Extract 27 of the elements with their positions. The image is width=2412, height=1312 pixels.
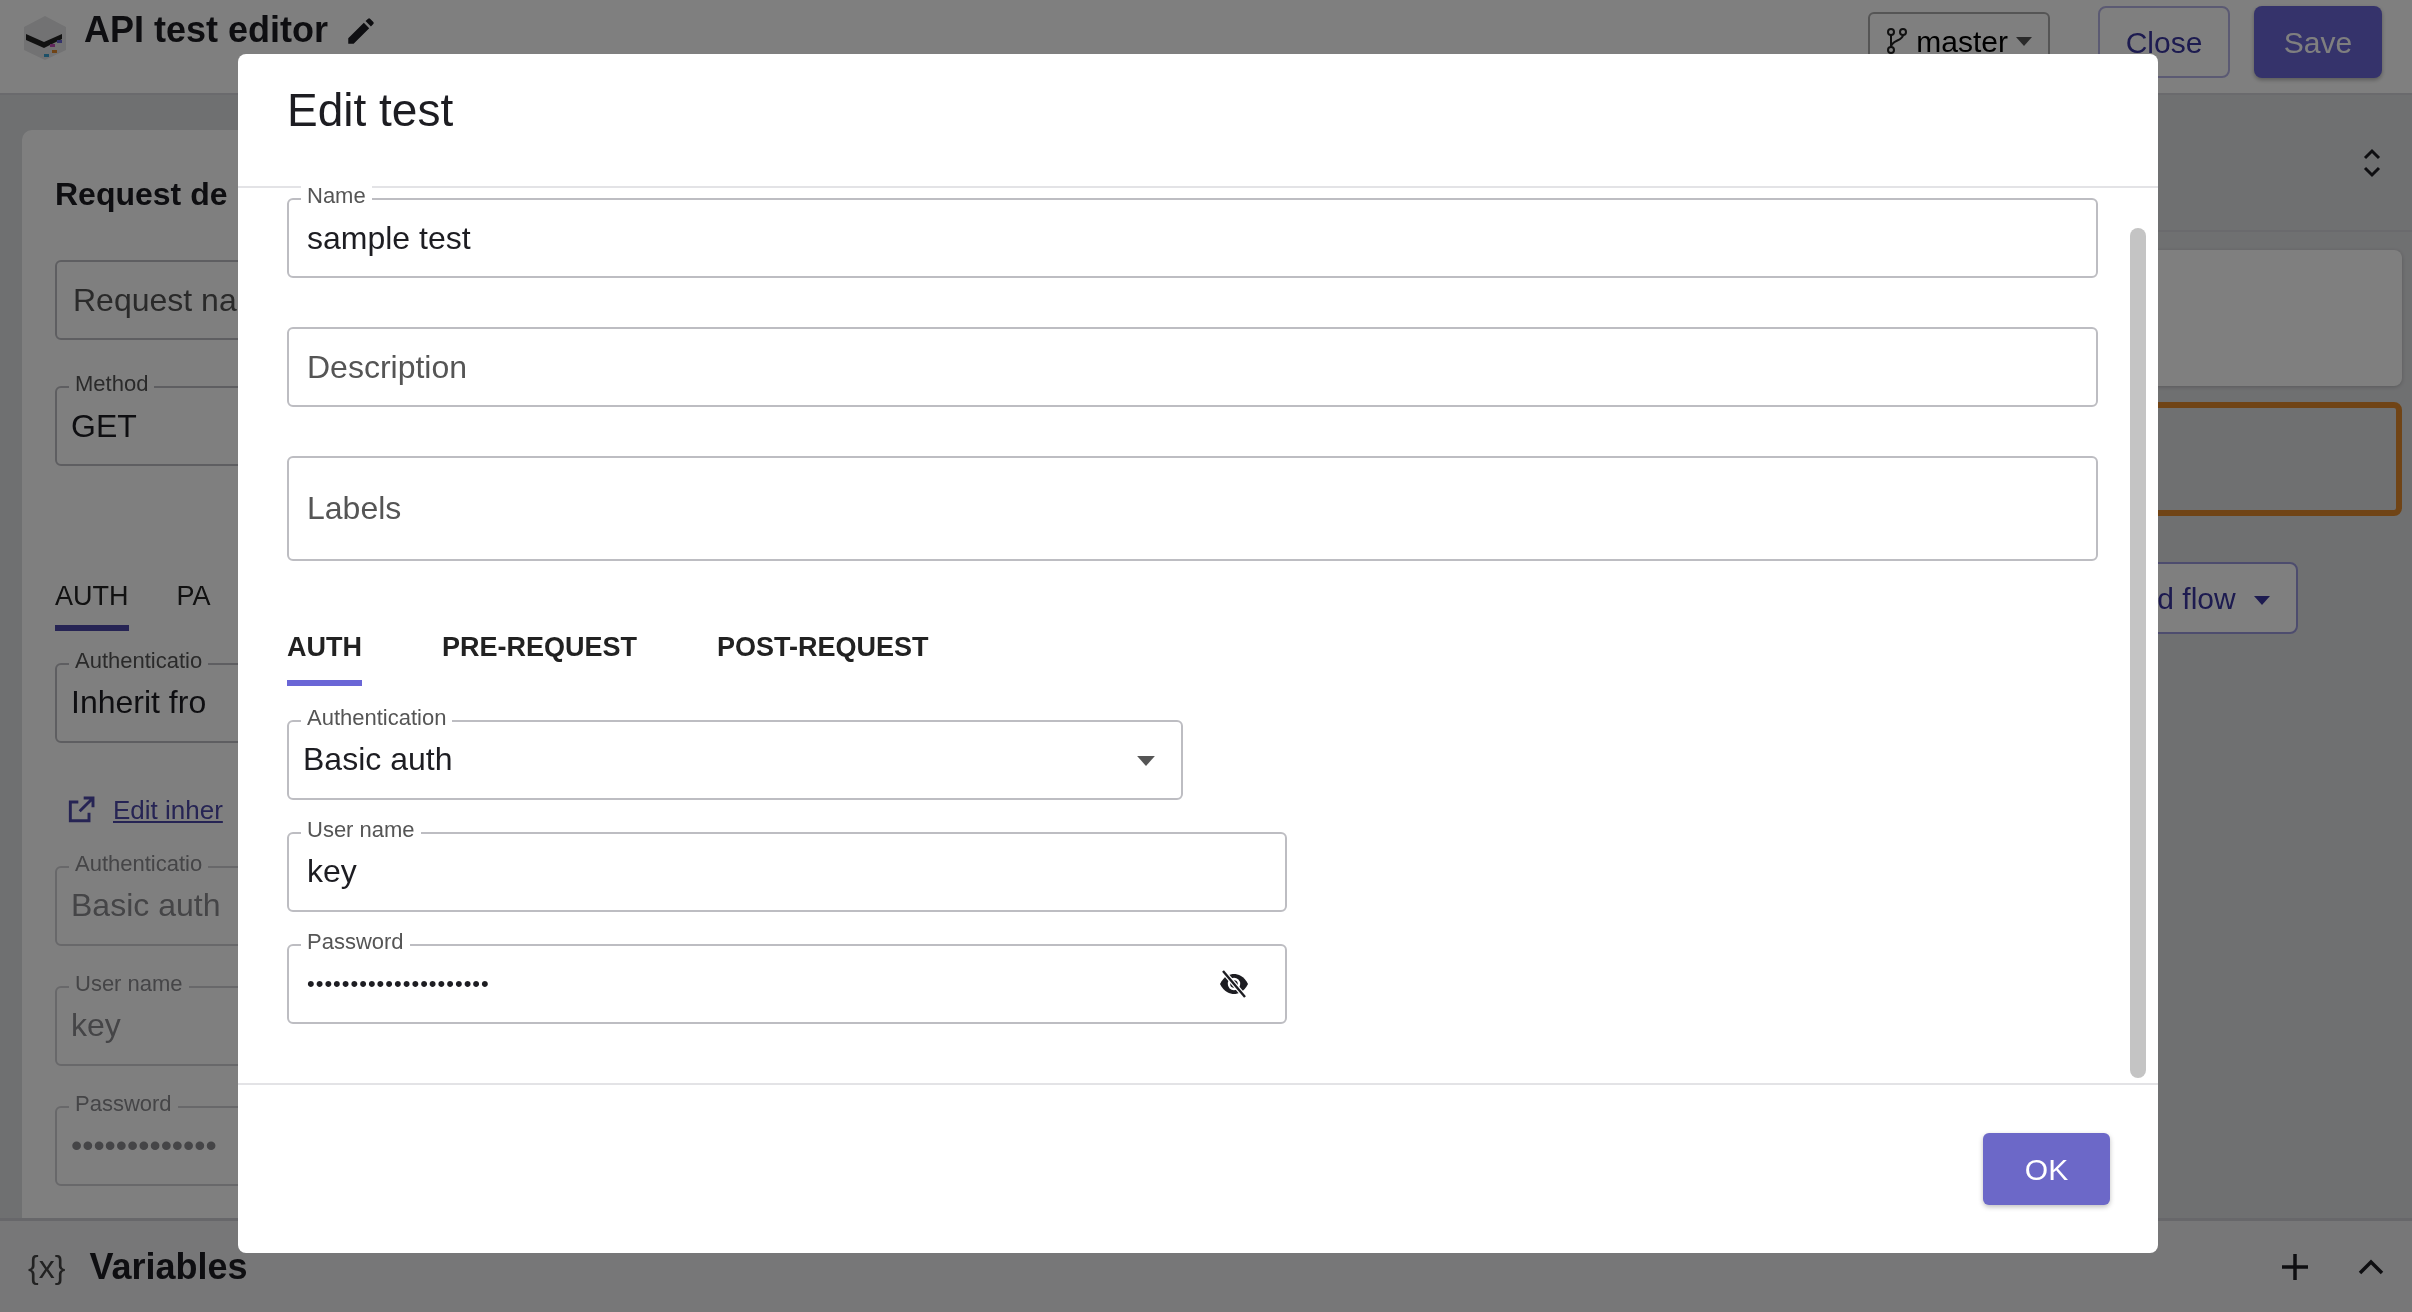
dialog-title: Edit test: [287, 83, 455, 138]
plus-icon[interactable]: [2280, 1251, 2310, 1282]
caret-icon: [2254, 596, 2270, 606]
ok-button[interactable]: OK: [1983, 1133, 2110, 1205]
eye-slash-icon: [1217, 967, 1251, 1000]
flow-dropdown[interactable]: d flow: [2158, 562, 2298, 634]
tab[interactable]: PRE-REQUEST: [442, 617, 638, 686]
caret-icon: [1137, 755, 1155, 766]
tab[interactable]: AUTH: [287, 617, 362, 686]
scrollbar-thumb[interactable]: [2130, 228, 2146, 1078]
toggle-visibility-button[interactable]: [1217, 967, 1251, 1000]
request-name-field[interactable]: Request na: [55, 260, 238, 340]
variables-title: Variables: [89, 1244, 248, 1289]
caret-icon: [2016, 36, 2032, 46]
labels-field[interactable]: Labels: [287, 456, 2098, 561]
variables-icon: {x}: [28, 1242, 66, 1291]
tab[interactable]: POST-REQUEST: [717, 617, 929, 686]
chevron-up-icon[interactable]: [2358, 1258, 2384, 1275]
panel-title: Request de: [55, 175, 229, 214]
edit-inherited-link[interactable]: Edit inher: [113, 790, 223, 830]
branch-icon: [1886, 28, 1909, 54]
tab[interactable]: PA: [176, 576, 211, 631]
app-title: API test editor: [84, 10, 329, 50]
tab[interactable]: AUTH: [55, 576, 129, 631]
description-field[interactable]: Description: [287, 327, 2098, 407]
save-button[interactable]: Save: [2254, 6, 2382, 78]
cube-logo-icon: [22, 14, 68, 62]
